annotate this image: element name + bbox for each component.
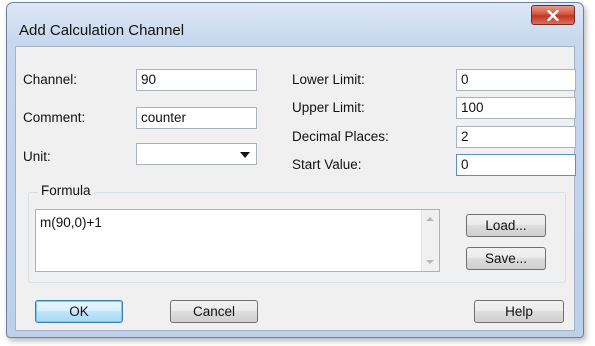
chevron-down-icon[interactable] [240,152,250,158]
dialog-title: Add Calculation Channel [19,22,185,39]
cancel-button[interactable]: Cancel [170,300,258,323]
unit-label: Unit: [23,149,51,164]
decimal-places-label: Decimal Places: [292,129,389,144]
channel-label: Channel: [23,72,78,87]
formula-text: m(90,0)+1 [40,215,102,230]
formula-group-title: Formula [38,183,94,198]
scroll-down-arrow-icon[interactable] [426,260,434,264]
unit-select[interactable] [136,143,257,165]
decimal-places-field[interactable]: 2 [456,126,576,148]
formula-scrollbar[interactable] [421,210,439,271]
dialog-window: Add Calculation Channel Channel: 90 Comm… [6,2,584,338]
upper-limit-label: Upper Limit: [292,100,365,115]
close-icon [547,9,559,21]
dialog-body: Channel: 90 Comment: counter Unit: Lower… [15,46,576,331]
upper-limit-field[interactable]: 100 [456,97,576,119]
scroll-up-arrow-icon[interactable] [426,217,434,221]
save-button[interactable]: Save... [466,247,546,270]
comment-label: Comment: [23,110,86,125]
lower-limit-label: Lower Limit: [292,72,365,87]
formula-textarea[interactable]: m(90,0)+1 [35,209,440,272]
formula-group: Formula m(90,0)+1 Load... Save... [28,183,566,283]
comment-field[interactable]: counter [136,107,257,129]
start-value-field[interactable]: 0 [456,154,576,176]
channel-field[interactable]: 90 [136,69,257,91]
ok-button[interactable]: OK [35,300,123,323]
close-button[interactable] [531,5,575,25]
help-button[interactable]: Help [474,300,564,323]
start-value-label: Start Value: [292,157,362,172]
load-button[interactable]: Load... [466,214,546,237]
lower-limit-field[interactable]: 0 [456,69,576,91]
